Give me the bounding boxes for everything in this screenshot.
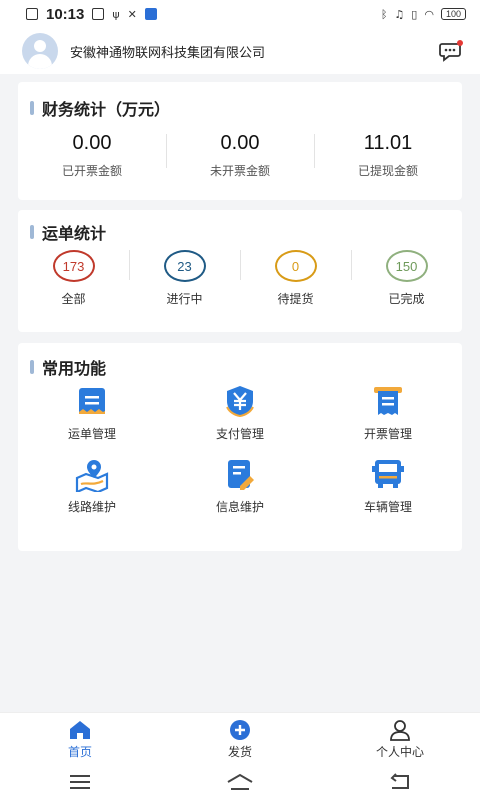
functions-title-text: 常用功能 [42, 359, 107, 378]
function-label: 车辆管理 [363, 500, 412, 514]
invoice-icon [370, 383, 406, 419]
info-icon [222, 456, 258, 492]
waybill-label: 全部 [61, 292, 86, 306]
title-marker [30, 225, 34, 239]
function-label: 开票管理 [363, 427, 412, 441]
count: 23 [177, 258, 192, 274]
route-icon [74, 456, 110, 494]
status-bar: 10:13 ψ ✕ ᛒ ♫ ▯ ◠ 100 [0, 0, 480, 28]
headset-icon: ♫ [394, 7, 405, 21]
system-nav-bar [0, 764, 480, 800]
route-maintenance-button[interactable]: 线路维护 [18, 456, 166, 515]
tab-ship[interactable]: 发货 [160, 713, 320, 764]
tools-icon: ✕ [127, 7, 137, 21]
message-icon[interactable] [438, 38, 464, 64]
tab-home[interactable]: 首页 [0, 713, 160, 764]
waybill-in-progress[interactable]: 23 进行中 [129, 250, 240, 307]
waybill-label: 进行中 [166, 292, 203, 306]
person-icon [388, 719, 412, 741]
waybill-completed[interactable]: 150 已完成 [351, 250, 462, 307]
count-ring: 0 [274, 250, 317, 282]
count-ring: 23 [163, 250, 206, 282]
nfc-icon [144, 8, 157, 20]
functions-title: 常用功能 [30, 355, 106, 379]
finance-value: 0.00 [220, 132, 260, 154]
bluetooth-icon: ᛒ [380, 7, 388, 21]
finance-label: 已开票金额 [61, 164, 122, 178]
waybill-title-text: 运单统计 [42, 224, 107, 243]
finance-label: 已提现金额 [357, 164, 418, 178]
waybill-icon [74, 383, 110, 419]
finance-title: 财务统计（万元） [30, 96, 170, 120]
avatar[interactable] [22, 33, 58, 69]
function-label: 线路维护 [67, 500, 116, 514]
vibrate-icon: ▯ [411, 7, 418, 21]
finance-title-text: 财务统计（万元） [42, 100, 171, 119]
invoice-management-button[interactable]: 开票管理 [314, 383, 462, 442]
function-label: 信息维护 [215, 500, 264, 514]
plus-circle-icon [228, 719, 252, 741]
menu-icon[interactable] [60, 770, 100, 794]
count: 150 [395, 258, 418, 274]
home-icon [68, 719, 92, 741]
waybill-label: 待提货 [277, 292, 314, 306]
title-marker [30, 360, 34, 374]
truck-icon [370, 456, 406, 492]
home-nav-icon[interactable] [220, 770, 260, 794]
vehicle-management-button[interactable]: 车辆管理 [314, 456, 462, 515]
app-notification-icon [92, 8, 105, 20]
bottom-tab-bar: 首页 发货 个人中心 [0, 712, 480, 764]
tab-label: 个人中心 [375, 745, 424, 759]
finance-card: 财务统计（万元） 0.00 已开票金额 0.00 未开票金额 11.01 已提现… [18, 82, 462, 200]
clock: 10:13 [46, 5, 85, 23]
title-marker [30, 101, 34, 115]
waybill-label: 已完成 [388, 292, 425, 306]
count: 0 [291, 258, 300, 274]
waybill-all[interactable]: 173 全部 [18, 250, 129, 307]
app-header: 安徽神通物联网科技集团有限公司 [0, 28, 480, 74]
count-ring: 150 [385, 250, 428, 282]
finance-label: 未开票金额 [209, 164, 270, 178]
waybill-title: 运单统计 [30, 220, 106, 244]
function-label: 运单管理 [67, 427, 116, 441]
payment-management-button[interactable]: 支付管理 [166, 383, 314, 442]
payment-icon [222, 383, 258, 419]
info-maintenance-button[interactable]: 信息维护 [166, 456, 314, 515]
waybill-management-button[interactable]: 运单管理 [18, 383, 166, 442]
function-label: 支付管理 [215, 427, 264, 441]
tab-label: 发货 [227, 745, 252, 759]
finance-withdrawn[interactable]: 11.01 已提现金额 [314, 132, 462, 179]
finance-value: 11.01 [363, 132, 413, 154]
finance-uninvoiced[interactable]: 0.00 未开票金额 [166, 132, 314, 179]
waybill-card: 运单统计 173 全部 23 进行中 0 待提货 150 已完成 [18, 210, 462, 332]
back-icon[interactable] [380, 770, 420, 794]
finance-invoiced[interactable]: 0.00 已开票金额 [18, 132, 166, 179]
count-ring: 173 [52, 250, 95, 282]
tab-label: 首页 [67, 745, 92, 759]
tab-profile[interactable]: 个人中心 [320, 713, 480, 764]
wifi-icon: ◠ [424, 7, 434, 21]
usb-icon: ψ [112, 7, 120, 21]
company-name: 安徽神通物联网科技集团有限公司 [70, 45, 266, 61]
sim-icon [26, 8, 38, 20]
count: 173 [62, 258, 85, 274]
battery-icon: 100 [440, 8, 466, 20]
finance-value: 0.00 [72, 132, 112, 154]
functions-card: 常用功能 运单管理 支付管理 开票管理 线路维护 信息维护 车辆管理 [18, 343, 462, 551]
waybill-pending-pickup[interactable]: 0 待提货 [240, 250, 351, 307]
